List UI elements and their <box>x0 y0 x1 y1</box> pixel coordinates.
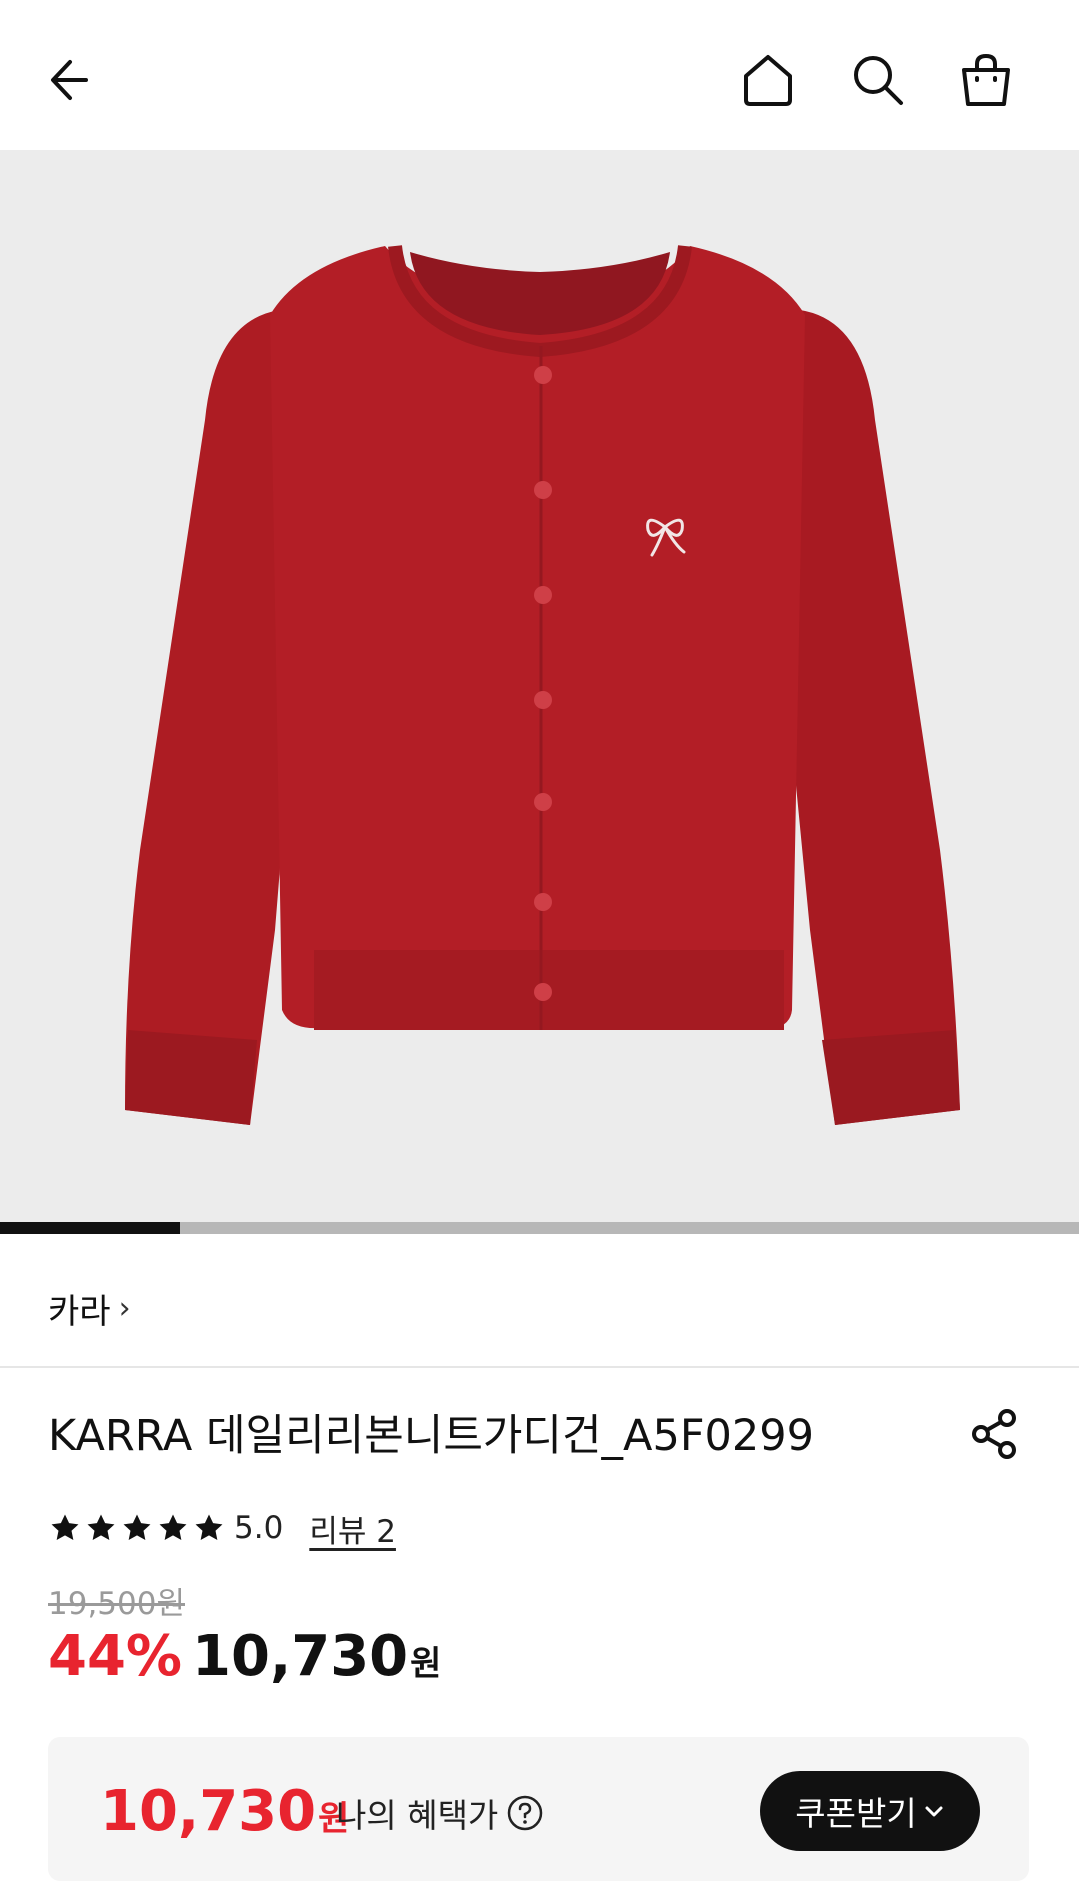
home-button[interactable] <box>728 40 808 120</box>
sale-price: 10,730 <box>192 1624 409 1689</box>
product-photo-cardigan <box>0 150 1079 1222</box>
gallery-progress-fill <box>0 1222 181 1234</box>
coupon-button-label: 쿠폰받기 <box>795 1794 917 1833</box>
rating-row: 5.0 리뷰 2 <box>48 1502 396 1554</box>
star-rating <box>48 1511 226 1545</box>
divider <box>0 1366 1079 1368</box>
search-button[interactable] <box>838 40 918 120</box>
brand-name: 카라 <box>48 1291 111 1332</box>
original-price: 19,500원 <box>48 1586 185 1622</box>
get-coupon-button[interactable]: 쿠폰받기 <box>760 1771 980 1851</box>
review-link[interactable]: 리뷰 2 <box>309 1506 396 1551</box>
benefit-label-row: 나의 혜택가 <box>336 1789 544 1837</box>
cart-button[interactable] <box>946 40 1026 120</box>
star-icon <box>159 1514 187 1541</box>
benefit-price-box: 10,730 원 나의 혜택가 쿠폰받기 <box>48 1737 1029 1881</box>
chevron-right-icon: › <box>118 1290 131 1326</box>
star-icon <box>123 1514 151 1541</box>
question-circle-icon[interactable] <box>506 1794 544 1832</box>
shopping-bag-icon <box>962 53 1010 106</box>
rating-value: 5.0 <box>234 1510 284 1546</box>
product-title: KARRA 데일리리본니트가디건_A5F0299 <box>48 1411 814 1461</box>
back-button[interactable] <box>32 40 112 120</box>
top-app-bar <box>0 0 1079 150</box>
chevron-down-icon <box>925 1806 943 1817</box>
benefit-price: 10,730 원 <box>100 1779 349 1844</box>
search-icon <box>854 56 903 105</box>
benefit-label: 나의 혜택가 <box>336 1796 499 1835</box>
star-icon <box>195 1514 223 1541</box>
star-icon <box>51 1514 79 1541</box>
home-icon <box>744 55 792 106</box>
discount-rate: 44% <box>48 1624 183 1689</box>
share-icon <box>972 1409 1016 1459</box>
price-row: 44% 10,730 원 <box>48 1624 441 1689</box>
gallery-progress-bar <box>0 1222 1079 1234</box>
benefit-price-value: 10,730 <box>100 1779 317 1844</box>
star-icon <box>87 1514 115 1541</box>
brand-link[interactable]: 카라 › <box>48 1268 131 1348</box>
product-image[interactable] <box>0 150 1079 1222</box>
share-button[interactable] <box>955 1398 1035 1470</box>
arrow-left-icon <box>51 60 88 100</box>
currency-unit: 원 <box>410 1644 442 1684</box>
